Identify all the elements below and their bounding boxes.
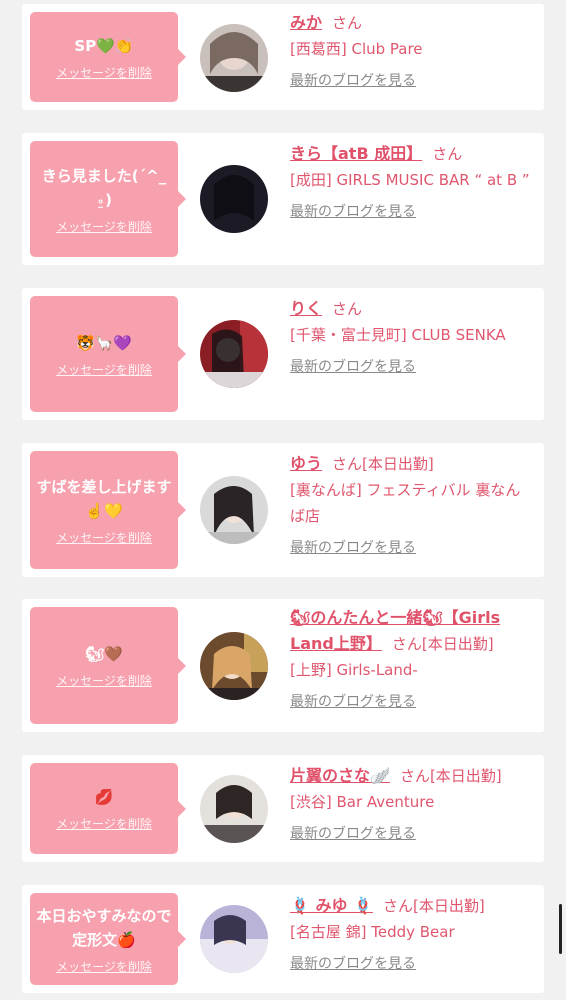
entry-info: 🪢 みゆ 🪢 さん[本日出勤] [名古屋 錦] Teddy Bear 最新のブログ… <box>290 893 535 977</box>
shop-label: [成田] GIRLS MUSIC BAR “ at B ” <box>290 171 530 189</box>
honorific-label: さん <box>332 14 363 32</box>
message-text: すばを差し上げます☝️💛 <box>36 477 172 520</box>
user-name-link[interactable]: ゆう <box>290 454 322 473</box>
list-item: 🐿🤎 メッセージを削除 🐿のんたんと一緒🐿【Girls Land上野】 さん[本日… <box>22 599 544 732</box>
shop-label: [裏なんば] フェスティバル 裏なんば店 <box>290 481 521 525</box>
entry-info: 🐿のんたんと一緒🐿【Girls Land上野】 さん[本日出勤] [上野] Gir… <box>290 605 535 715</box>
message-text: 🐿🤎 <box>85 645 123 663</box>
honorific-label: さん <box>332 455 363 473</box>
entry-info: きら【atB 成田】 さん [成田] GIRLS MUSIC BAR “ at B… <box>290 141 535 225</box>
entry-info: 片翼のさな🪽 さん[本日出勤] [渋谷] Bar Aventure 最新のブログを… <box>290 763 535 847</box>
latest-blog-link[interactable]: 最新のブログを見る <box>290 689 535 715</box>
honorific-label: さん <box>399 767 430 785</box>
avatar[interactable] <box>200 24 268 92</box>
entry-info: りく さん [千葉・富士見町] CLUB SENKA 最新のブログを見る <box>290 296 535 380</box>
honorific-label: さん <box>332 300 363 318</box>
shop-label: [名古屋 錦] Teddy Bear <box>290 923 455 941</box>
latest-blog-link[interactable]: 最新のブログを見る <box>290 354 535 380</box>
shop-label: [上野] Girls-Land- <box>290 661 418 679</box>
delete-message-link[interactable]: メッセージを削除 <box>56 815 152 832</box>
avatar[interactable] <box>200 905 268 973</box>
honorific-label: さん <box>383 897 414 915</box>
scrollbar[interactable] <box>559 904 562 954</box>
avatar[interactable] <box>200 476 268 544</box>
message-text: SP💚👏 <box>74 36 134 55</box>
message-bubble: 🐿🤎 メッセージを削除 <box>30 607 186 724</box>
shop-label: [渋谷] Bar Aventure <box>290 793 435 811</box>
user-name-link[interactable]: みか <box>290 13 322 32</box>
message-text: 💋 <box>94 788 114 806</box>
latest-blog-link[interactable]: 最新のブログを見る <box>290 68 535 94</box>
latest-blog-link[interactable]: 最新のブログを見る <box>290 199 535 225</box>
honorific-label: さん <box>391 635 422 653</box>
delete-message-link[interactable]: メッセージを削除 <box>56 529 152 546</box>
list-item: 💋 メッセージを削除 片翼のさな🪽 さん[本日出勤] [渋谷] Bar Avent… <box>22 755 544 862</box>
delete-message-link[interactable]: メッセージを削除 <box>56 958 152 975</box>
list-item: きら見ました(ˊ^_⍛) メッセージを削除 きら【atB 成田】 さん [成田] … <box>22 133 544 265</box>
delete-message-link[interactable]: メッセージを削除 <box>56 218 152 235</box>
message-bubble: 🐯🦙💜 メッセージを削除 <box>30 296 186 412</box>
message-bubble: 本日おやすみなので定形文🍎 メッセージを削除 <box>30 893 186 985</box>
status-label: [本日出勤] <box>429 767 502 785</box>
list-item: すばを差し上げます☝️💛 メッセージを削除 ゆう さん[本日出勤] [裏なんば] … <box>22 443 544 577</box>
message-text: 本日おやすみなので定形文🍎 <box>36 906 172 949</box>
latest-blog-link[interactable]: 最新のブログを見る <box>290 535 535 561</box>
latest-blog-link[interactable]: 最新のブログを見る <box>290 951 535 977</box>
status-label: [本日出勤] <box>421 635 494 653</box>
avatar[interactable] <box>200 165 268 233</box>
entry-info: みか さん [西葛西] Club Pare 最新のブログを見る <box>290 10 535 94</box>
list-item: 🐯🦙💜 メッセージを削除 りく さん [千葉・富士見町] CLUB SENKA 最… <box>22 288 544 420</box>
message-bubble: 💋 メッセージを削除 <box>30 763 186 854</box>
delete-message-link[interactable]: メッセージを削除 <box>56 672 152 689</box>
user-name-link[interactable]: 片翼のさな🪽 <box>290 766 390 785</box>
avatar[interactable] <box>200 632 268 700</box>
user-name-link[interactable]: りく <box>290 299 322 318</box>
list-item: 本日おやすみなので定形文🍎 メッセージを削除 🪢 みゆ 🪢 さん[本日出勤] [名… <box>22 885 544 993</box>
delete-message-link[interactable]: メッセージを削除 <box>56 64 152 81</box>
status-label: [本日出勤] <box>413 897 485 915</box>
message-text: きら見ました(ˊ^_⍛) <box>41 166 167 209</box>
avatar[interactable] <box>200 775 268 843</box>
honorific-label: さん <box>432 145 463 163</box>
latest-blog-link[interactable]: 最新のブログを見る <box>290 821 535 847</box>
list-item: SP💚👏 メッセージを削除 みか さん [西葛西] Club Pare 最新のブロ… <box>22 4 544 110</box>
shop-label: [西葛西] Club Pare <box>290 40 423 58</box>
message-bubble: SP💚👏 メッセージを削除 <box>30 12 186 102</box>
delete-message-link[interactable]: メッセージを削除 <box>56 361 152 378</box>
message-bubble: すばを差し上げます☝️💛 メッセージを削除 <box>30 451 186 569</box>
user-name-link[interactable]: きら【atB 成田】 <box>290 144 422 163</box>
user-name-link[interactable]: 🪢 みゆ 🪢 <box>290 896 373 915</box>
shop-label: [千葉・富士見町] CLUB SENKA <box>290 326 506 344</box>
message-text: 🐯🦙💜 <box>75 333 133 352</box>
status-label: [本日出勤] <box>362 455 434 473</box>
avatar[interactable] <box>200 320 268 388</box>
entry-info: ゆう さん[本日出勤] [裏なんば] フェスティバル 裏なんば店 最新のブログを見… <box>290 451 535 561</box>
message-bubble: きら見ました(ˊ^_⍛) メッセージを削除 <box>30 141 186 257</box>
